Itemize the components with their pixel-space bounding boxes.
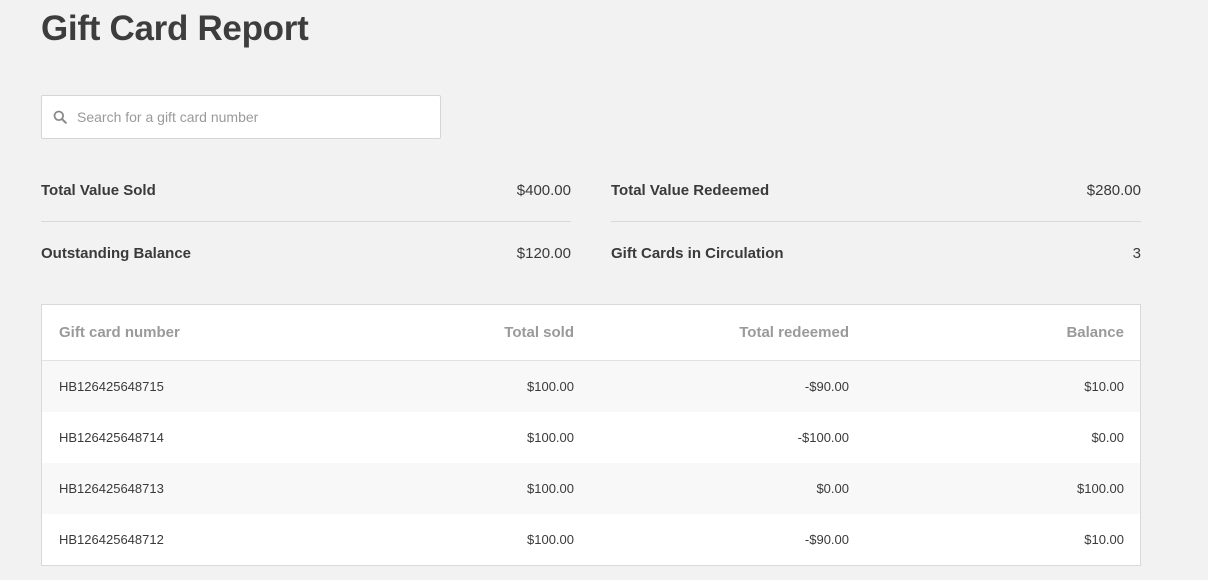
gift-card-number: HB126425648713 bbox=[59, 481, 164, 496]
gift-card-number: HB126425648715 bbox=[59, 379, 164, 394]
stat-value: $280.00 bbox=[1086, 182, 1141, 199]
search-icon bbox=[53, 110, 67, 124]
balance: $10.00 bbox=[1084, 379, 1124, 394]
stat-label: Total Value Redeemed bbox=[611, 182, 770, 199]
balance: $100.00 bbox=[1077, 481, 1124, 496]
balance: $10.00 bbox=[1084, 532, 1124, 547]
stat-label: Gift Cards in Circulation bbox=[611, 245, 784, 262]
total-redeemed: -$90.00 bbox=[804, 532, 849, 547]
stat-label: Total Value Sold bbox=[41, 182, 156, 199]
total-sold: $100.00 bbox=[527, 532, 574, 547]
stat-value: $120.00 bbox=[516, 245, 571, 262]
page-title: Gift Card Report bbox=[41, 9, 309, 48]
column-header-gift-card-number[interactable]: Gift card number bbox=[59, 305, 180, 360]
gift-card-number: HB126425648714 bbox=[59, 430, 164, 445]
total-sold: $100.00 bbox=[527, 481, 574, 496]
table-row[interactable]: HB126425648713 $100.00 $0.00 $100.00 bbox=[42, 463, 1140, 514]
table-row[interactable]: HB126425648712 $100.00 -$90.00 $10.00 bbox=[42, 514, 1140, 565]
balance: $0.00 bbox=[1091, 430, 1124, 445]
stat-outstanding-balance: Outstanding Balance $120.00 bbox=[41, 244, 571, 264]
stat-gift-cards-in-circulation: Gift Cards in Circulation 3 bbox=[611, 244, 1141, 264]
stat-value: $400.00 bbox=[516, 182, 571, 199]
gift-card-number: HB126425648712 bbox=[59, 532, 164, 547]
gift-card-table: Gift card number Total sold Total redeem… bbox=[41, 304, 1141, 566]
total-sold: $100.00 bbox=[527, 379, 574, 394]
stat-value: 3 bbox=[1132, 245, 1141, 262]
table-header: Gift card number Total sold Total redeem… bbox=[42, 305, 1140, 361]
divider bbox=[41, 221, 571, 222]
column-header-total-sold[interactable]: Total sold bbox=[504, 305, 574, 360]
total-sold: $100.00 bbox=[527, 430, 574, 445]
stat-total-value-sold: Total Value Sold $400.00 bbox=[41, 181, 571, 201]
total-redeemed: -$100.00 bbox=[797, 430, 849, 445]
stat-total-value-redeemed: Total Value Redeemed $280.00 bbox=[611, 181, 1141, 201]
column-header-balance[interactable]: Balance bbox=[1066, 305, 1124, 360]
search-input[interactable] bbox=[77, 96, 432, 138]
column-header-total-redeemed[interactable]: Total redeemed bbox=[739, 305, 849, 360]
divider bbox=[611, 221, 1141, 222]
table-row[interactable]: HB126425648715 $100.00 -$90.00 $10.00 bbox=[42, 361, 1140, 412]
search-box[interactable] bbox=[41, 95, 441, 139]
table-row[interactable]: HB126425648714 $100.00 -$100.00 $0.00 bbox=[42, 412, 1140, 463]
total-redeemed: -$90.00 bbox=[804, 379, 849, 394]
total-redeemed: $0.00 bbox=[816, 481, 849, 496]
stat-label: Outstanding Balance bbox=[41, 245, 192, 262]
